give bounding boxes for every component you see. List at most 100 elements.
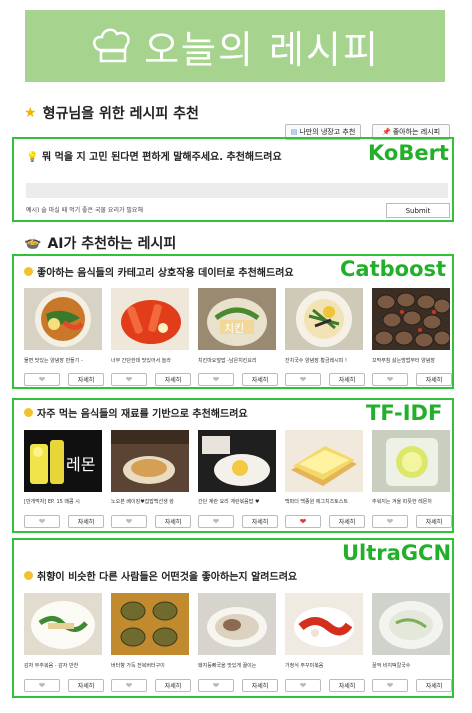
like-button[interactable]: ❤	[198, 679, 234, 692]
detail-button[interactable]: 자세히	[242, 679, 278, 692]
heart-icon: ❤	[386, 375, 394, 384]
like-button[interactable]: ❤	[111, 515, 147, 528]
recipe-caption: 돼지등뼈국을 맛있게 끓이는	[198, 663, 257, 669]
detail-button[interactable]: 자세히	[68, 373, 104, 386]
detail-button[interactable]: 자세히	[155, 373, 191, 386]
heart-icon: ❤	[212, 517, 220, 526]
recommend-heading-text: 형규님을 위한 레시피 추천	[42, 106, 199, 122]
like-button[interactable]: ❤	[111, 679, 147, 692]
catboost-title: 좋아하는 음식들의 카테고리 상호작용 데이터로 추천해드려요	[24, 264, 294, 279]
heart-icon: ❤	[125, 681, 133, 690]
ai-heading: 🍲 AI가 추천하는 레시피	[24, 233, 176, 253]
recipe-image[interactable]: 레몬	[24, 430, 102, 492]
detail-button[interactable]: 자세히	[329, 679, 365, 692]
like-button[interactable]: ❤	[372, 679, 408, 692]
heart-icon: ❤	[125, 517, 133, 526]
recipe-image[interactable]	[285, 430, 363, 492]
like-button[interactable]: ❤	[372, 373, 408, 386]
recipe-image[interactable]	[198, 593, 276, 655]
heart-icon: ❤	[299, 681, 307, 690]
detail-button[interactable]: 자세히	[155, 515, 191, 528]
recipe-caption: 너무 간단한데 맛있어서 놀라	[111, 358, 171, 364]
recipe-image[interactable]	[198, 430, 276, 492]
app-banner: 오늘의 레시피	[25, 10, 445, 82]
like-button[interactable]: ❤	[198, 515, 234, 528]
heart-icon: ❤	[38, 517, 46, 526]
dot-icon	[24, 571, 33, 580]
tfidf-title-text: 자주 먹는 음식들의 재료를 기반으로 추천해드려요	[37, 409, 248, 420]
detail-button[interactable]: 자세히	[68, 679, 104, 692]
favorite-recipes-label: 좋아하는 레시피	[392, 128, 441, 136]
tfidf-title: 자주 먹는 음식들의 재료를 기반으로 추천해드려요	[24, 405, 248, 420]
recipe-image[interactable]	[111, 593, 189, 655]
kobert-tag: KoBert	[368, 141, 449, 165]
detail-button[interactable]: 자세히	[242, 515, 278, 528]
dot-icon	[24, 408, 33, 417]
like-button[interactable]: ❤	[24, 515, 60, 528]
like-button[interactable]: ❤	[372, 515, 408, 528]
kobert-prompt: 💡 뭐 먹을 지 고민 된다면 편하게 말해주세요. 추천해드려요	[26, 148, 282, 163]
recipe-caption: 꼬막무침 삶는방법부터 양념장	[372, 358, 435, 364]
recipe-image[interactable]	[372, 288, 450, 350]
heart-icon: ❤	[212, 681, 220, 690]
recipe-image[interactable]	[372, 430, 450, 492]
heart-icon: ❤	[299, 375, 307, 384]
detail-button[interactable]: 자세히	[155, 679, 191, 692]
recipe-caption: 잔치국수 양념장 황금레시피 !	[285, 358, 347, 364]
app-title: 오늘의 레시피	[144, 27, 380, 72]
recipe-image[interactable]	[24, 288, 102, 350]
recipe-caption: 노오븐 베이킹♥집밥백선생 캉	[111, 499, 174, 505]
recipe-image[interactable]	[24, 593, 102, 655]
like-button[interactable]: ❤	[24, 679, 60, 692]
catboost-title-text: 좋아하는 음식들의 카테고리 상호작용 데이터로 추천해드려요	[37, 268, 294, 279]
recipe-image[interactable]	[111, 288, 189, 350]
svg-text:치킨: 치킨	[224, 322, 244, 335]
recipe-caption: 가정식 주꾸미볶음	[285, 663, 324, 669]
ultragcn-title: 취향이 비슷한 다른 사람들은 어떤것을 좋아하는지 알려드려요	[24, 568, 297, 583]
detail-button[interactable]: 자세히	[416, 679, 452, 692]
query-input[interactable]	[26, 183, 448, 198]
star-icon: ★	[24, 105, 37, 121]
detail-button[interactable]: 자세히	[416, 515, 452, 528]
recipe-image[interactable]	[372, 593, 450, 655]
recipe-image[interactable]	[285, 288, 363, 350]
recipe-caption: 물면 맛있는 양념장 만들기 -	[24, 358, 83, 364]
recipe-caption: [만개먹자] EP. 15 매콤 시	[24, 499, 80, 505]
submit-button[interactable]: Submit	[386, 203, 450, 218]
heart-icon: ❤	[386, 681, 394, 690]
pot-icon: 🍲	[24, 235, 42, 251]
recipe-caption: 치킨마요덮밥 -남은치킨요리	[198, 358, 257, 364]
catboost-tag: Catboost	[340, 257, 447, 281]
detail-button[interactable]: 자세히	[68, 515, 104, 528]
recipe-caption: 꿀꺽 비지떡칼국수	[372, 663, 411, 669]
recipe-caption: 감자 부추볶음 - 감자 반찬	[24, 663, 79, 669]
dot-icon	[24, 267, 33, 276]
recipe-image[interactable]: 치킨	[198, 288, 276, 350]
detail-button[interactable]: 자세히	[329, 373, 365, 386]
heart-icon: ❤	[386, 517, 394, 526]
recipe-caption: 추워지는 겨울 따뜻한 레몬차	[372, 499, 432, 505]
query-hint: 예시) 술 마실 때 먹기 좋은 국물 요리가 필요해	[26, 207, 143, 214]
like-button[interactable]: ❤	[285, 373, 321, 386]
like-button[interactable]: ❤	[24, 373, 60, 386]
like-button[interactable]: ❤	[198, 373, 234, 386]
lemon-overlay-text: 레몬	[66, 455, 95, 474]
tfidf-tag: TF-IDF	[366, 401, 443, 425]
recipe-caption: 버터향 가득 전복버터구이	[111, 663, 165, 669]
detail-button[interactable]: 자세히	[329, 515, 365, 528]
recommend-heading: ★ 형규님을 위한 레시피 추천	[24, 103, 199, 123]
recipe-caption: 간단 계란 요리 계란볶음밥 ♥	[198, 499, 260, 505]
detail-button[interactable]: 자세히	[416, 373, 452, 386]
recipe-image[interactable]	[111, 430, 189, 492]
like-button-active[interactable]: ❤	[285, 515, 321, 528]
heart-icon: ❤	[38, 375, 46, 384]
like-button[interactable]: ❤	[111, 373, 147, 386]
ultragcn-title-text: 취향이 비슷한 다른 사람들은 어떤것을 좋아하는지 알려드려요	[37, 572, 298, 583]
ai-heading-text: AI가 추천하는 레시피	[47, 236, 177, 252]
bulb-icon: 💡	[26, 152, 39, 163]
fridge-icon: ▤	[290, 128, 298, 136]
recipe-image[interactable]	[285, 593, 363, 655]
detail-button[interactable]: 자세히	[242, 373, 278, 386]
kobert-prompt-text: 뭐 먹을 지 고민 된다면 편하게 말해주세요. 추천해드려요	[41, 152, 282, 163]
like-button[interactable]: ❤	[285, 679, 321, 692]
